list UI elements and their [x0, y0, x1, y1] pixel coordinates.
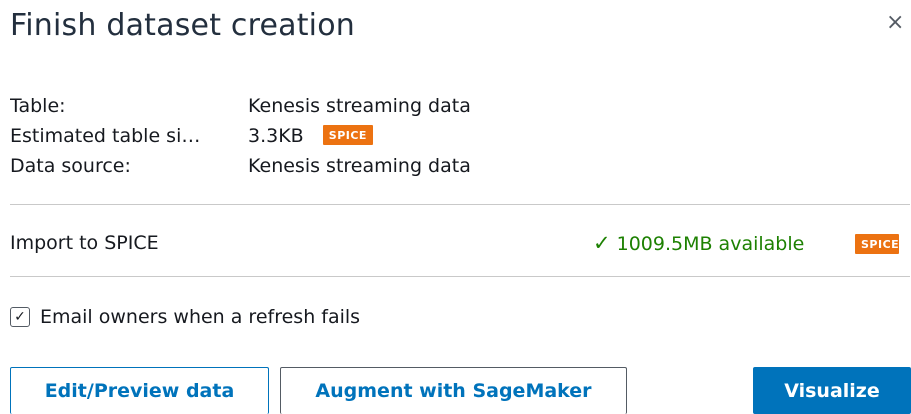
size-value: 3.3KB	[248, 125, 304, 147]
augment-sagemaker-button[interactable]: Augment with SageMaker	[280, 367, 627, 414]
edit-preview-button[interactable]: Edit/Preview data	[10, 367, 269, 414]
checkbox-checked-icon[interactable]: ✓	[10, 307, 30, 327]
finish-dataset-dialog: Finish dataset creation × Table: Kenesis…	[0, 0, 911, 414]
table-label: Table:	[10, 95, 66, 117]
spice-badge: SPICE	[322, 125, 373, 145]
import-spice-label: Import to SPICE	[10, 232, 159, 254]
spice-available-text: 1009.5MB available	[616, 233, 805, 255]
visualize-button[interactable]: Visualize	[753, 367, 911, 414]
divider	[10, 276, 910, 277]
source-value: Kenesis streaming data	[248, 155, 471, 177]
check-icon: ✓	[593, 231, 611, 255]
dialog-title: Finish dataset creation	[10, 8, 355, 43]
close-icon[interactable]: ×	[886, 8, 904, 38]
source-label: Data source:	[10, 155, 131, 177]
size-label: Estimated table si…	[10, 125, 201, 147]
import-spice-row: Import to SPICE ✓ 1009.5MB available SPIC…	[10, 228, 911, 258]
divider	[10, 204, 910, 205]
size-value-group: 3.3KB SPICE	[248, 121, 373, 151]
email-owners-label[interactable]: Email owners when a refresh fails	[40, 302, 360, 332]
spice-availability: ✓ 1009.5MB available	[593, 228, 804, 259]
spice-badge: SPICE	[855, 234, 900, 254]
table-value: Kenesis streaming data	[248, 95, 471, 117]
